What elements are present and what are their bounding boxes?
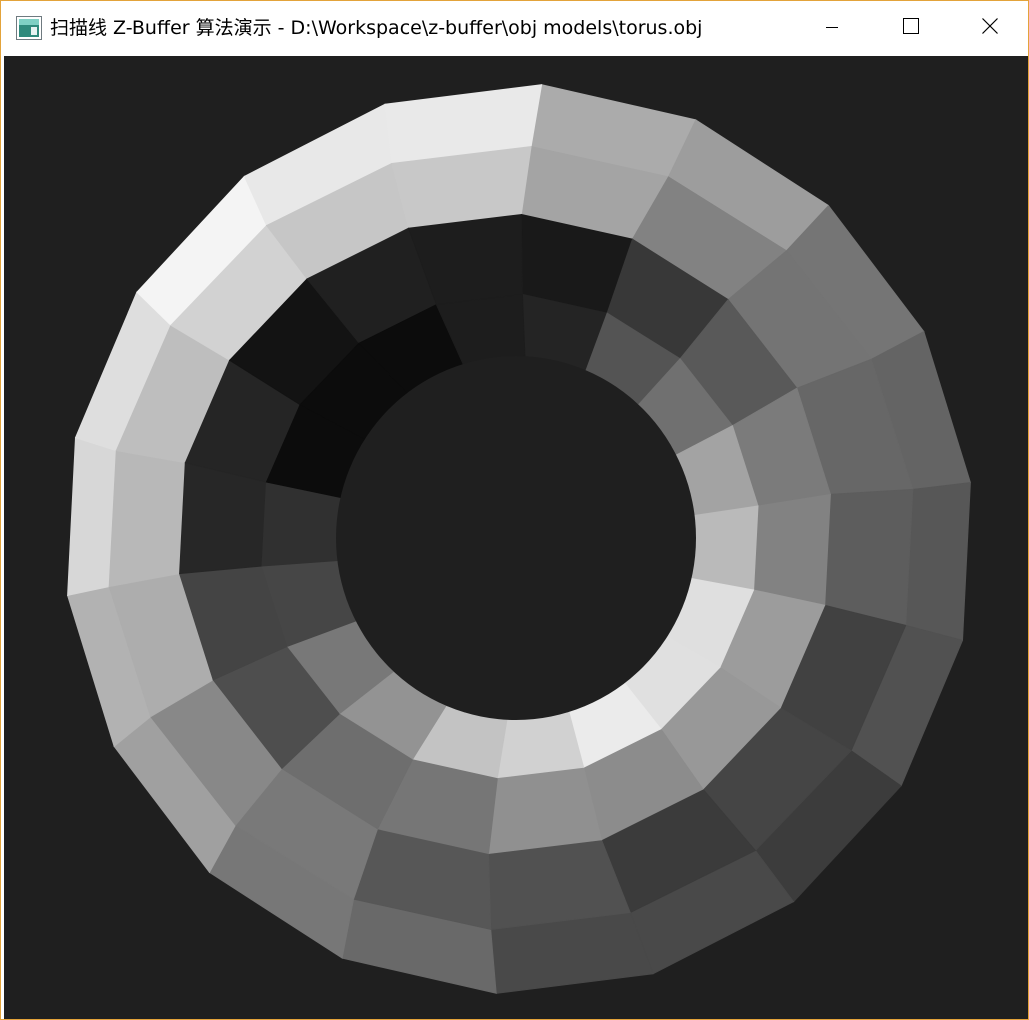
window-title: 扫描线 Z-Buffer 算法演示 - D:\Workspace\z-buffe… [50, 17, 703, 39]
render-viewport[interactable] [4, 56, 1028, 1019]
torus-render [66, 84, 972, 994]
close-button[interactable] [950, 1, 1029, 55]
app-icon [16, 16, 42, 40]
close-icon [981, 18, 998, 38]
torus-hole [336, 356, 696, 720]
maximize-button[interactable] [871, 1, 950, 55]
torus-face [497, 711, 585, 779]
minimize-icon [825, 19, 839, 38]
torus-face [691, 505, 759, 591]
minimize-button[interactable] [792, 1, 871, 55]
torus-face [67, 437, 117, 596]
torus-face [824, 488, 914, 626]
torus-face [905, 482, 971, 641]
app-window: 扫描线 Z-Buffer 算法演示 - D:\Workspace\z-buffe… [0, 0, 1029, 1020]
torus-face [488, 766, 603, 855]
torus-face [753, 493, 831, 606]
torus-face [179, 462, 267, 575]
torus-face [108, 450, 186, 588]
title-bar[interactable]: 扫描线 Z-Buffer 算法演示 - D:\Workspace\z-buffe… [1, 1, 1028, 55]
maximize-icon [902, 18, 919, 38]
